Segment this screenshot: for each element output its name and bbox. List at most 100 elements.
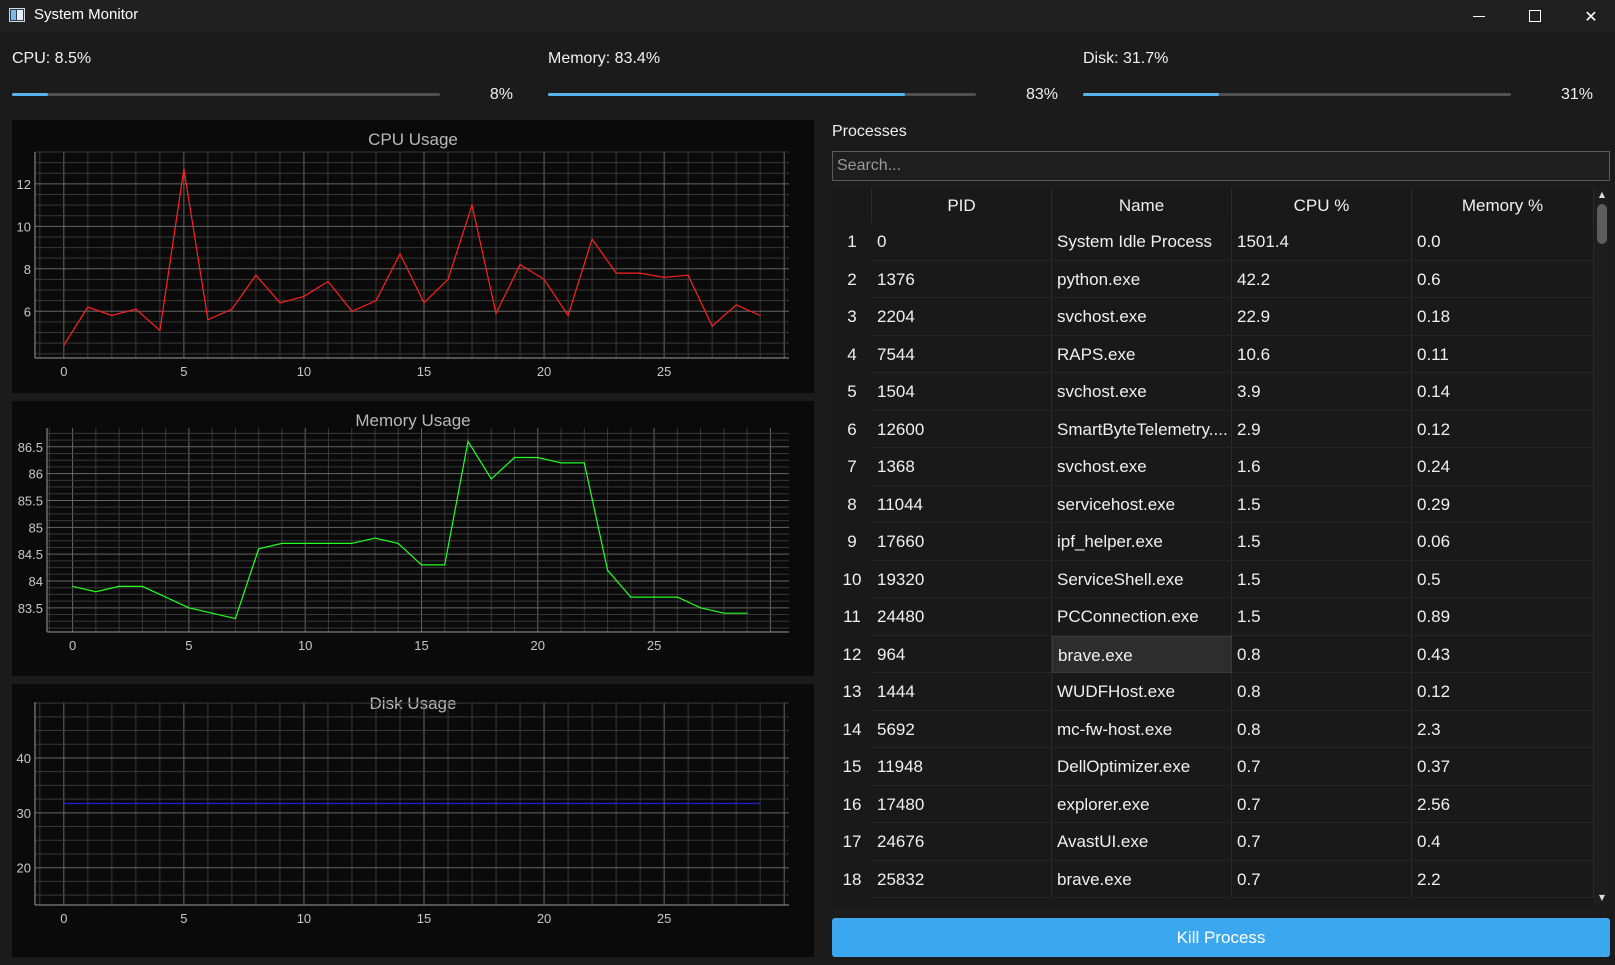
cell-name[interactable]: brave.exe (1052, 860, 1232, 898)
cell-cpu[interactable]: 42.2 (1232, 260, 1412, 298)
cell-cpu[interactable]: 1.5 (1232, 560, 1412, 598)
column-header-memory[interactable]: Memory % (1412, 188, 1594, 223)
table-row[interactable]: 14 5692 mc-fw-host.exe 0.8 2.3 (832, 710, 1594, 748)
cell-pid[interactable]: 1444 (872, 673, 1052, 711)
column-header-name[interactable]: Name (1052, 188, 1232, 223)
cell-pid[interactable]: 24480 (872, 598, 1052, 636)
search-input[interactable] (832, 151, 1610, 181)
table-row[interactable]: 12 964 brave.exe 0.8 0.43 (832, 635, 1594, 673)
cell-cpu[interactable]: 0.7 (1232, 860, 1412, 898)
table-row[interactable]: 7 1368 svchost.exe 1.6 0.24 (832, 448, 1594, 486)
table-row[interactable]: 8 11044 servicehost.exe 1.5 0.29 (832, 485, 1594, 523)
cell-cpu[interactable]: 1.5 (1232, 598, 1412, 636)
cell-cpu[interactable]: 3.9 (1232, 373, 1412, 411)
table-row[interactable]: 3 2204 svchost.exe 22.9 0.18 (832, 298, 1594, 336)
cell-name[interactable]: servicehost.exe (1052, 485, 1232, 523)
column-header-cpu[interactable]: CPU % (1232, 188, 1412, 223)
cell-pid[interactable]: 17660 (872, 523, 1052, 561)
cell-memory[interactable]: 0.43 (1412, 635, 1594, 673)
cell-memory[interactable]: 2.56 (1412, 785, 1594, 823)
cell-pid[interactable]: 1376 (872, 260, 1052, 298)
cell-pid[interactable]: 24676 (872, 823, 1052, 861)
cell-memory[interactable]: 0.11 (1412, 335, 1594, 373)
cell-cpu[interactable]: 1.5 (1232, 523, 1412, 561)
cell-cpu[interactable]: 0.8 (1232, 710, 1412, 748)
cell-pid[interactable]: 0 (872, 223, 1052, 261)
table-row[interactable]: 4 7544 RAPS.exe 10.6 0.11 (832, 335, 1594, 373)
cell-pid[interactable]: 1368 (872, 448, 1052, 486)
cell-memory[interactable]: 0.12 (1412, 410, 1594, 448)
cell-memory[interactable]: 0.6 (1412, 260, 1594, 298)
cell-memory[interactable]: 0.0 (1412, 223, 1594, 261)
cell-name[interactable]: SmartByteTelemetry.... (1052, 410, 1232, 448)
cell-cpu[interactable]: 22.9 (1232, 298, 1412, 336)
minimize-button[interactable] (1451, 0, 1507, 32)
cell-pid[interactable]: 1504 (872, 373, 1052, 411)
cell-cpu[interactable]: 0.7 (1232, 785, 1412, 823)
cell-name[interactable]: AvastUI.exe (1052, 823, 1232, 861)
cell-cpu[interactable]: 0.7 (1232, 748, 1412, 786)
cell-name[interactable]: WUDFHost.exe (1052, 673, 1232, 711)
cell-name[interactable]: PCConnection.exe (1052, 598, 1232, 636)
cell-pid[interactable]: 19320 (872, 560, 1052, 598)
cell-pid[interactable]: 11044 (872, 485, 1052, 523)
table-row[interactable]: 17 24676 AvastUI.exe 0.7 0.4 (832, 823, 1594, 861)
cell-name[interactable]: brave.exe (1052, 635, 1232, 673)
close-button[interactable]: ✕ (1563, 0, 1615, 32)
table-row[interactable]: 9 17660 ipf_helper.exe 1.5 0.06 (832, 523, 1594, 561)
cell-name[interactable]: svchost.exe (1052, 448, 1232, 486)
cell-name[interactable]: python.exe (1052, 260, 1232, 298)
cell-memory[interactable]: 0.18 (1412, 298, 1594, 336)
maximize-button[interactable] (1507, 0, 1563, 32)
cell-memory[interactable]: 0.12 (1412, 673, 1594, 711)
column-header-pid[interactable]: PID (872, 188, 1052, 223)
cell-memory[interactable]: 0.37 (1412, 748, 1594, 786)
cell-memory[interactable]: 0.29 (1412, 485, 1594, 523)
cell-cpu[interactable]: 1.5 (1232, 485, 1412, 523)
cell-pid[interactable]: 5692 (872, 710, 1052, 748)
cell-memory[interactable]: 0.89 (1412, 598, 1594, 636)
table-row[interactable]: 2 1376 python.exe 42.2 0.6 (832, 260, 1594, 298)
cell-pid[interactable]: 12600 (872, 410, 1052, 448)
cell-cpu[interactable]: 1501.4 (1232, 223, 1412, 261)
scroll-thumb[interactable] (1597, 204, 1607, 244)
cell-pid[interactable]: 17480 (872, 785, 1052, 823)
table-row[interactable]: 16 17480 explorer.exe 0.7 2.56 (832, 785, 1594, 823)
table-row[interactable]: 15 11948 DellOptimizer.exe 0.7 0.37 (832, 748, 1594, 786)
table-row[interactable]: 13 1444 WUDFHost.exe 0.8 0.12 (832, 673, 1594, 711)
cell-name[interactable]: svchost.exe (1052, 373, 1232, 411)
cell-name[interactable]: DellOptimizer.exe (1052, 748, 1232, 786)
table-row[interactable]: 6 12600 SmartByteTelemetry.... 2.9 0.12 (832, 410, 1594, 448)
cell-cpu[interactable]: 0.8 (1232, 635, 1412, 673)
cell-pid[interactable]: 11948 (872, 748, 1052, 786)
table-row[interactable]: 10 19320 ServiceShell.exe 1.5 0.5 (832, 560, 1594, 598)
cell-memory[interactable]: 2.3 (1412, 710, 1594, 748)
cell-memory[interactable]: 0.14 (1412, 373, 1594, 411)
table-row[interactable]: 11 24480 PCConnection.exe 1.5 0.89 (832, 598, 1594, 636)
cell-memory[interactable]: 0.5 (1412, 560, 1594, 598)
cell-cpu[interactable]: 0.7 (1232, 823, 1412, 861)
table-row[interactable]: 1 0 System Idle Process 1501.4 0.0 (832, 223, 1594, 261)
kill-process-button[interactable]: Kill Process (832, 918, 1610, 957)
cell-memory[interactable]: 0.06 (1412, 523, 1594, 561)
scroll-up-icon[interactable]: ▲ (1597, 190, 1607, 200)
cell-name[interactable]: mc-fw-host.exe (1052, 710, 1232, 748)
cell-memory[interactable]: 0.4 (1412, 823, 1594, 861)
table-row[interactable]: 5 1504 svchost.exe 3.9 0.14 (832, 373, 1594, 411)
scroll-down-icon[interactable]: ▼ (1597, 893, 1607, 903)
cell-cpu[interactable]: 0.8 (1232, 673, 1412, 711)
cell-cpu[interactable]: 2.9 (1232, 410, 1412, 448)
table-row[interactable]: 18 25832 brave.exe 0.7 2.2 (832, 860, 1594, 898)
cell-name[interactable]: ipf_helper.exe (1052, 523, 1232, 561)
cell-name[interactable]: explorer.exe (1052, 785, 1232, 823)
cell-name[interactable]: RAPS.exe (1052, 335, 1232, 373)
cell-pid[interactable]: 25832 (872, 860, 1052, 898)
cell-cpu[interactable]: 10.6 (1232, 335, 1412, 373)
cell-memory[interactable]: 2.2 (1412, 860, 1594, 898)
cell-pid[interactable]: 2204 (872, 298, 1052, 336)
cell-memory[interactable]: 0.24 (1412, 448, 1594, 486)
table-scrollbar[interactable]: ▲ ▼ (1594, 188, 1610, 905)
cell-name[interactable]: ServiceShell.exe (1052, 560, 1232, 598)
cell-name[interactable]: System Idle Process (1052, 223, 1232, 261)
cell-cpu[interactable]: 1.6 (1232, 448, 1412, 486)
